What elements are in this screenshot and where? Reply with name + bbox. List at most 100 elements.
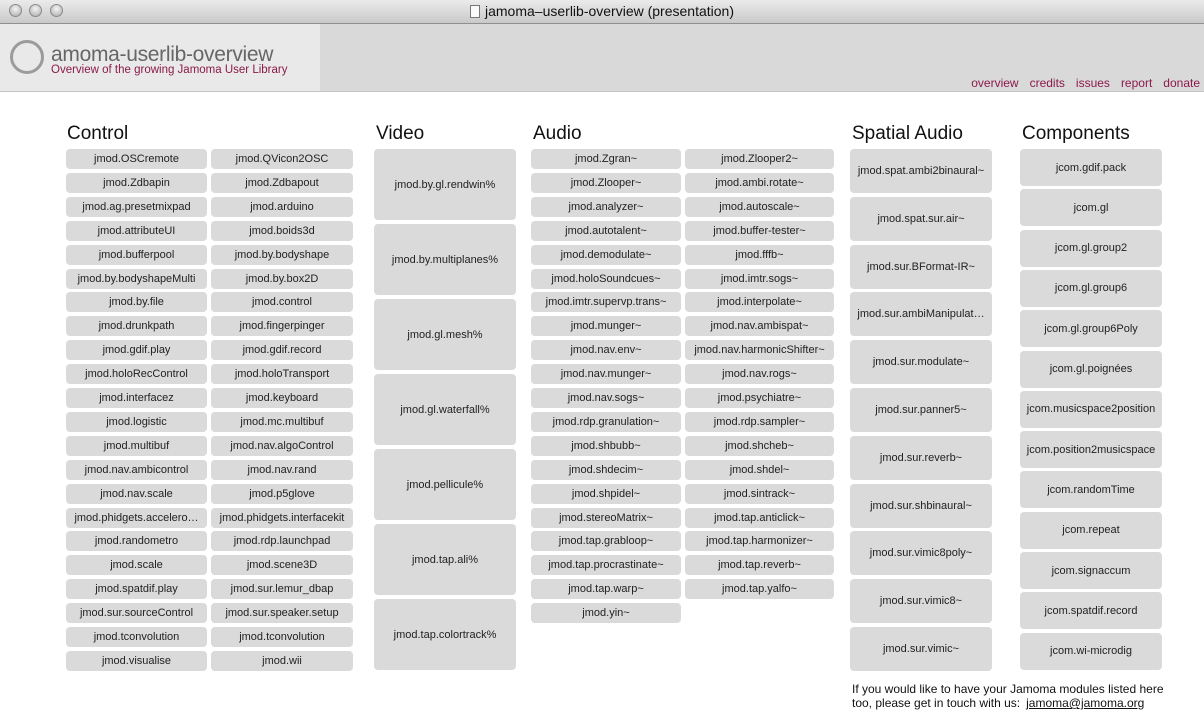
control-module-button[interactable]: jmod.rdp.launchpad — [211, 531, 353, 552]
control-module-button[interactable]: jmod.nav.algoControl — [211, 435, 353, 456]
control-module-button[interactable]: jmod.holoRecControl — [66, 364, 207, 385]
component-button[interactable]: jcom.gl — [1020, 189, 1162, 227]
audio-module-button[interactable]: jmod.shbubb~ — [531, 435, 681, 456]
audio-module-button[interactable]: jmod.autotalent~ — [531, 220, 681, 241]
control-module-button[interactable]: jmod.nav.scale — [66, 483, 207, 504]
control-module-button[interactable]: jmod.bufferpool — [66, 244, 207, 265]
control-module-button[interactable]: jmod.keyboard — [211, 388, 353, 408]
control-module-button[interactable]: jmod.sur.speaker.setup — [211, 603, 353, 624]
control-module-button[interactable]: jmod.gdif.play — [66, 340, 207, 361]
spatial-module-button[interactable]: jmod.sur.modulate~ — [850, 340, 992, 385]
audio-module-button[interactable]: jmod.holoSoundcues~ — [531, 268, 681, 289]
spatial-module-button[interactable]: jmod.sur.panner5~ — [850, 388, 992, 432]
nav-credits-link[interactable]: credits — [1030, 76, 1065, 90]
control-module-button[interactable]: jmod.boids3d — [211, 220, 353, 241]
audio-module-button[interactable]: jmod.nav.munger~ — [531, 364, 681, 385]
spatial-module-button[interactable]: jmod.sur.reverb~ — [850, 435, 992, 480]
spatial-module-button[interactable]: jmod.sur.vimic8poly~ — [850, 531, 992, 576]
control-module-button[interactable]: jmod.logistic — [66, 411, 207, 432]
audio-module-button[interactable]: jmod.stereoMatrix~ — [531, 507, 681, 528]
control-module-button[interactable]: jmod.scale — [66, 555, 207, 576]
control-module-button[interactable]: jmod.scene3D — [211, 555, 353, 576]
spatial-module-button[interactable]: jmod.spat.sur.air~ — [850, 196, 992, 241]
audio-module-button[interactable]: jmod.sintrack~ — [685, 483, 834, 504]
control-module-button[interactable]: jmod.nav.rand — [211, 459, 353, 480]
video-module-button[interactable]: jmod.gl.waterfall% — [374, 374, 516, 445]
component-button[interactable]: jcom.gl.poignées — [1020, 350, 1162, 388]
control-module-button[interactable]: jmod.Zdbapout — [211, 172, 353, 193]
audio-module-button[interactable]: jmod.nav.rogs~ — [685, 364, 834, 385]
control-module-button[interactable]: jmod.by.bodyshape — [211, 244, 353, 265]
audio-module-button[interactable]: jmod.nav.harmonicShifter~ — [685, 340, 834, 361]
audio-module-button[interactable]: jmod.tap.yalfo~ — [685, 579, 834, 600]
nav-report-link[interactable]: report — [1121, 76, 1152, 90]
audio-module-button[interactable]: jmod.rdp.sampler~ — [685, 411, 834, 432]
audio-module-button[interactable]: jmod.tap.harmonizer~ — [685, 531, 834, 552]
video-module-button[interactable]: jmod.gl.mesh% — [374, 299, 516, 370]
control-module-button[interactable]: jmod.interfacez — [66, 388, 207, 408]
component-button[interactable]: jcom.gl.group2 — [1020, 229, 1162, 267]
audio-module-button[interactable]: jmod.interpolate~ — [685, 292, 834, 313]
control-module-button[interactable]: jmod.spatdif.play — [66, 579, 207, 600]
control-module-button[interactable]: jmod.OSCremote — [66, 149, 207, 169]
video-module-button[interactable]: jmod.pellicule% — [374, 449, 516, 520]
component-button[interactable]: jcom.gl.group6Poly — [1020, 310, 1162, 348]
component-button[interactable]: jcom.gdif.pack — [1020, 149, 1162, 186]
control-module-button[interactable]: jmod.visualise — [66, 650, 207, 671]
component-button[interactable]: jcom.wi-microdig — [1020, 632, 1162, 670]
control-module-button[interactable]: jmod.arduino — [211, 196, 353, 217]
audio-module-button[interactable]: jmod.Zlooper2~ — [685, 149, 834, 169]
control-module-button[interactable]: jmod.by.bodyshapeMulti — [66, 268, 207, 289]
audio-module-button[interactable]: jmod.shpidel~ — [531, 483, 681, 504]
control-module-button[interactable]: jmod.sur.sourceControl — [66, 603, 207, 624]
audio-module-button[interactable]: jmod.rdp.granulation~ — [531, 411, 681, 432]
control-module-button[interactable]: jmod.by.box2D — [211, 268, 353, 289]
component-button[interactable]: jcom.spatdif.record — [1020, 592, 1162, 630]
control-module-button[interactable]: jmod.control — [211, 292, 353, 313]
control-module-button[interactable]: jmod.tconvolution — [211, 627, 353, 647]
audio-module-button[interactable]: jmod.demodulate~ — [531, 244, 681, 265]
control-module-button[interactable]: jmod.p5glove — [211, 483, 353, 504]
spatial-module-button[interactable]: jmod.sur.shbinaural~ — [850, 483, 992, 528]
audio-module-button[interactable]: jmod.psychiatre~ — [685, 388, 834, 408]
audio-module-button[interactable]: jmod.tap.warp~ — [531, 579, 681, 600]
audio-module-button[interactable]: jmod.tap.anticlick~ — [685, 507, 834, 528]
audio-module-button[interactable]: jmod.shdel~ — [685, 459, 834, 480]
video-module-button[interactable]: jmod.by.multiplanes% — [374, 224, 516, 295]
component-button[interactable]: jcom.randomTime — [1020, 471, 1162, 509]
audio-module-button[interactable]: jmod.buffer-tester~ — [685, 220, 834, 241]
control-module-button[interactable]: jmod.sur.lemur_dbap — [211, 579, 353, 600]
control-module-button[interactable]: jmod.phidgets.interfacekit — [211, 507, 353, 528]
control-module-button[interactable]: jmod.mc.multibuf — [211, 411, 353, 432]
control-module-button[interactable]: jmod.fingerpinger — [211, 316, 353, 337]
audio-module-button[interactable]: jmod.imtr.supervp.trans~ — [531, 292, 681, 313]
control-module-button[interactable]: jmod.QVicon2OSC — [211, 149, 353, 169]
control-module-button[interactable]: jmod.by.file — [66, 292, 207, 313]
audio-module-button[interactable]: jmod.nav.sogs~ — [531, 388, 681, 408]
component-button[interactable]: jcom.signaccum — [1020, 552, 1162, 589]
nav-donate-link[interactable]: donate — [1163, 76, 1200, 90]
control-module-button[interactable]: jmod.multibuf — [66, 435, 207, 456]
audio-module-button[interactable]: jmod.shcheb~ — [685, 435, 834, 456]
audio-module-button[interactable]: jmod.tap.reverb~ — [685, 555, 834, 576]
component-button[interactable]: jcom.position2musicspace — [1020, 431, 1162, 469]
component-button[interactable]: jcom.repeat — [1020, 511, 1162, 549]
control-module-button[interactable]: jmod.Zdbapin — [66, 172, 207, 193]
audio-module-button[interactable]: jmod.imtr.sogs~ — [685, 268, 834, 289]
control-module-button[interactable]: jmod.attributeUI — [66, 220, 207, 241]
video-module-button[interactable]: jmod.tap.ali% — [374, 524, 516, 595]
audio-module-button[interactable]: jmod.munger~ — [531, 316, 681, 337]
spatial-module-button[interactable]: jmod.sur.vimic8~ — [850, 579, 992, 624]
audio-module-button[interactable]: jmod.tap.procrastinate~ — [531, 555, 681, 576]
audio-module-button[interactable]: jmod.Zlooper~ — [531, 172, 681, 193]
spatial-module-button[interactable]: jmod.sur.vimic~ — [850, 627, 992, 671]
audio-module-button[interactable]: jmod.nav.env~ — [531, 340, 681, 361]
audio-module-button[interactable]: jmod.shdecim~ — [531, 459, 681, 480]
control-module-button[interactable]: jmod.randometro — [66, 531, 207, 552]
control-module-button[interactable]: jmod.wii — [211, 650, 353, 671]
nav-issues-link[interactable]: issues — [1076, 76, 1110, 90]
audio-module-button[interactable]: jmod.yin~ — [531, 603, 681, 624]
control-module-button[interactable]: jmod.ag.presetmixpad — [66, 196, 207, 217]
control-module-button[interactable]: jmod.holoTransport — [211, 364, 353, 385]
audio-module-button[interactable]: jmod.ambi.rotate~ — [685, 172, 834, 193]
